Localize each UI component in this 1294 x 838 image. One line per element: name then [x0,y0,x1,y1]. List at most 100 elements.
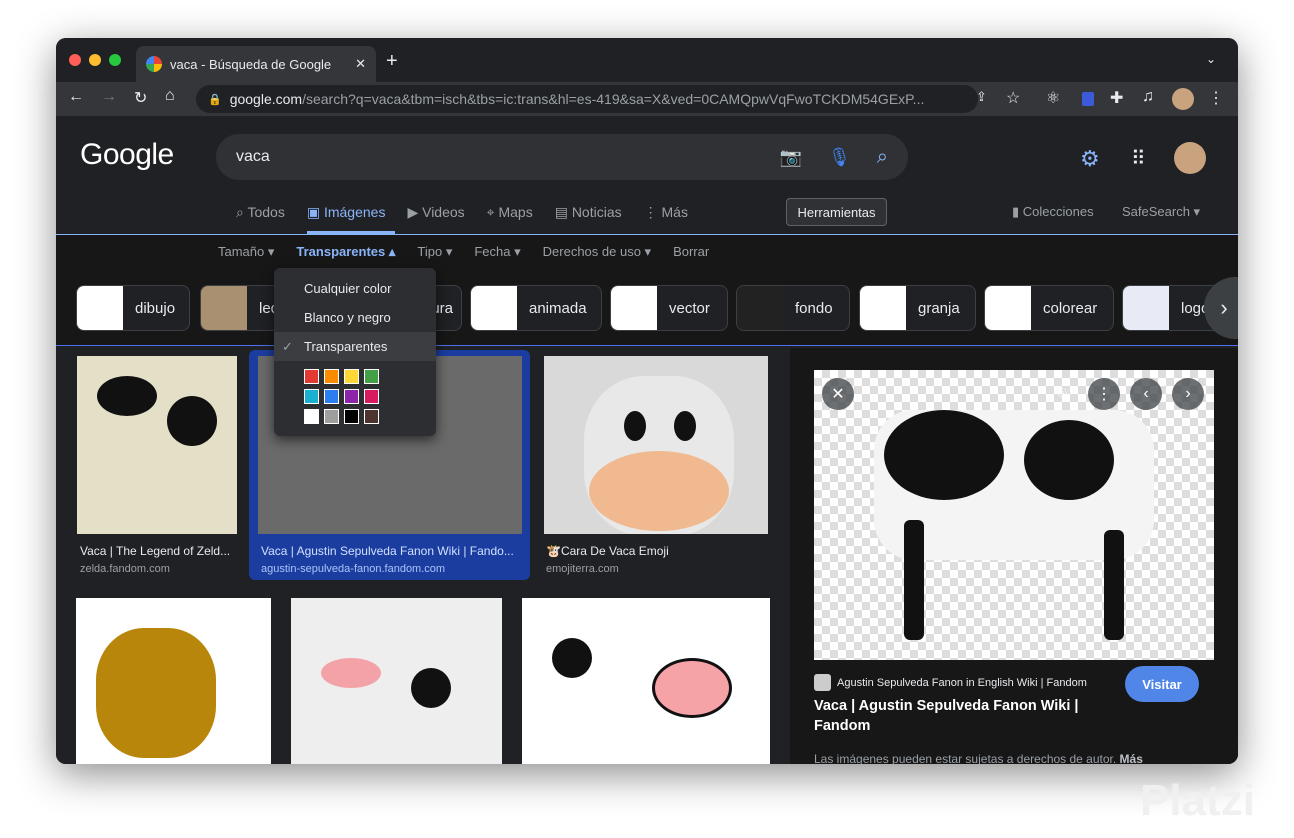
filter-date[interactable]: Fecha ▾ [474,244,520,260]
microphone-icon[interactable]: 🎙 [828,147,851,168]
result-caption[interactable]: Vaca | Agustin Sepulveda Fanon Wiki | Fa… [261,544,514,575]
lock-icon: 🔒 [208,93,222,106]
preview-title[interactable]: Vaca | Agustin Sepulveda Fanon Wiki | Fa… [814,696,1094,736]
filter-rights[interactable]: Derechos de uso ▾ [543,244,651,260]
extensions-puzzle-icon[interactable]: ✚ [1110,88,1123,108]
bookmark-icon: ▮ [1012,204,1020,219]
browser-toolbar: ← → ↻ ⌂ 🔒 google.com/search?q=vaca&tbm=i… [56,82,1238,116]
option-any-color[interactable]: Cualquier color [274,274,436,303]
result-image[interactable] [76,598,271,764]
bookmark-star-icon[interactable]: ☆ [1006,88,1020,108]
platzi-watermark: Platzi [1140,776,1255,825]
media-control-icon[interactable]: ♫ [1142,88,1154,106]
settings-gear-icon[interactable]: ⚙ [1080,146,1100,172]
browser-window: vaca - Búsqueda de Google ✕ + ⌄ ← → ↻ ⌂ … [56,38,1238,764]
color-swatch[interactable] [344,409,359,424]
address-bar[interactable]: 🔒 google.com/search?q=vaca&tbm=isch&tbs=… [196,85,978,113]
result-image[interactable] [522,598,770,764]
tab-strip: vaca - Búsqueda de Google ✕ + ⌄ [56,38,1238,82]
camera-icon[interactable]: 📷 [780,147,802,168]
more-options-icon[interactable]: ⋮ [1088,378,1120,410]
filter-clear[interactable]: Borrar [673,244,709,259]
filter-size[interactable]: Tamaño ▾ [218,244,274,260]
tab-search-chevron-icon[interactable]: ⌄ [1206,52,1216,66]
url-path: /search?q=vaca&tbm=isch&tbs=ic:trans&hl=… [302,91,925,107]
tab-todos[interactable]: ⌕ Todos [236,204,285,221]
share-icon[interactable]: ⇪ [976,89,987,105]
search-input[interactable]: vaca [236,148,780,166]
chip[interactable]: fondo [736,285,850,331]
profile-avatar[interactable] [1172,88,1194,110]
source-site[interactable]: Agustin Sepulveda Fanon in English Wiki … [814,674,1087,691]
visit-button[interactable]: Visitar [1125,666,1199,702]
fandom-favicon-icon [814,674,831,691]
next-icon[interactable]: › [1172,378,1204,410]
result-image[interactable] [291,598,502,764]
checkmark-icon: ✓ [282,338,293,354]
apps-grid-icon[interactable]: ⠿ [1131,146,1146,171]
lens-icon[interactable]: ⌾ [1046,378,1078,410]
close-preview-icon[interactable]: ✕ [822,378,854,410]
chip[interactable]: animada [470,285,602,331]
minimize-window-button[interactable] [89,54,101,66]
chip[interactable]: dibujo [76,285,190,331]
chip[interactable]: vector [610,285,728,331]
more-link[interactable]: Más [1120,752,1143,764]
result-caption[interactable]: 🐮Cara De Vaca Emoji emojiterra.com [546,544,669,575]
result-image[interactable] [77,356,237,534]
url-host: google.com [229,91,303,107]
tab-noticias[interactable]: ▤ Noticias [555,204,622,221]
safesearch-menu[interactable]: SafeSearch ▾ [1122,204,1200,220]
close-window-button[interactable] [69,54,81,66]
filter-color[interactable]: Transparentes ▴ [296,244,395,260]
close-tab-icon[interactable]: ✕ [355,56,366,72]
tools-button[interactable]: Herramientas [786,198,887,226]
google-favicon-icon [146,56,162,72]
extension-icon[interactable] [1082,92,1094,106]
react-extension-icon[interactable]: ⚛ [1046,88,1060,108]
browser-tab[interactable]: vaca - Búsqueda de Google ✕ [136,46,376,82]
color-swatch[interactable] [364,369,379,384]
color-swatch[interactable] [324,389,339,404]
back-icon[interactable]: ← [68,88,84,106]
chip[interactable]: granja [859,285,976,331]
tab-imagenes[interactable]: ▣ Imágenes [307,204,386,221]
color-swatch[interactable] [364,389,379,404]
previous-icon[interactable]: ‹ [1130,378,1162,410]
collections-link[interactable]: ▮ Colecciones [1012,204,1094,220]
tab-maps[interactable]: ⌖ Maps [487,204,533,221]
page-content: Google vaca 📷 🎙 ⌕ ⚙ ⠿ ⌕ Todos ▣ Imágenes… [56,116,1238,764]
filter-type[interactable]: Tipo ▾ [417,244,452,260]
result-image[interactable] [544,356,768,534]
image-preview-panel: ✕ ⌾ ⋮ ‹ › Agustin Sepulveda Fanon in Eng… [790,348,1238,764]
copyright-notice: Las imágenes pueden estar sujetas a dere… [814,752,1143,764]
tab-videos[interactable]: ▶ Videos [407,204,464,221]
reload-icon[interactable]: ↻ [134,88,147,108]
search-box[interactable]: vaca 📷 🎙 ⌕ [216,134,908,180]
color-swatch[interactable] [344,369,359,384]
search-icon[interactable]: ⌕ [877,146,888,169]
filter-bar: Tamaño ▾ Transparentes ▴ Tipo ▾ Fecha ▾ … [56,234,1238,268]
color-swatch[interactable] [304,369,319,384]
preview-image[interactable] [814,370,1214,660]
search-tabs: ⌕ Todos ▣ Imágenes ▶ Videos ⌖ Maps ▤ Not… [236,204,688,221]
color-dropdown: Cualquier color Blanco y negro ✓ Transpar… [274,268,436,436]
home-icon[interactable]: ⌂ [165,87,175,105]
color-swatch[interactable] [344,389,359,404]
tab-mas[interactable]: ⋮ Más [644,204,688,221]
chip[interactable]: colorear [984,285,1114,331]
color-swatch[interactable] [324,369,339,384]
option-transparent[interactable]: ✓ Transparentes [274,332,436,361]
google-logo[interactable]: Google [80,138,174,172]
new-tab-icon[interactable]: + [386,50,398,73]
color-swatch[interactable] [304,409,319,424]
option-black-white[interactable]: Blanco y negro [274,303,436,332]
menu-kebab-icon[interactable]: ⋮ [1208,88,1224,108]
forward-icon[interactable]: → [101,88,117,106]
color-swatch[interactable] [364,409,379,424]
color-swatch[interactable] [304,389,319,404]
maximize-window-button[interactable] [109,54,121,66]
account-avatar[interactable] [1174,142,1206,174]
color-swatch[interactable] [324,409,339,424]
result-caption[interactable]: Vaca | The Legend of Zeld... zelda.fandom… [80,544,230,575]
